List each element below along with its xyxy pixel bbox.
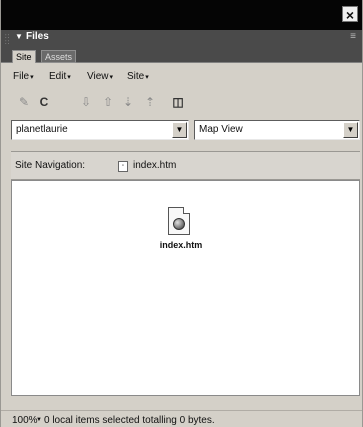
html-file-icon[interactable]	[168, 207, 190, 235]
site-navigation-bar: Site Navigation: ▫ index.htm	[11, 151, 360, 180]
close-icon[interactable]: ×	[342, 6, 358, 23]
files-panel-window: × :::: ▼ Files ≡ Site Assets File▾ Edit▾…	[0, 0, 363, 427]
check-in-icon[interactable]: ⇡	[141, 93, 159, 111]
chevron-down-icon: ▾	[30, 74, 34, 81]
map-file-label[interactable]: index.htm	[151, 240, 211, 250]
tab-assets[interactable]: Assets	[41, 50, 77, 63]
files-toolbar: ✎ C ⇩ ⇧ ⇣ ⇡ ◫	[1, 90, 362, 114]
view-select-value: Map View	[199, 124, 243, 135]
site-navigation-label: Site Navigation:	[15, 160, 86, 171]
globe-icon	[173, 218, 185, 230]
site-navigation-file[interactable]: index.htm	[133, 160, 176, 171]
status-message: 0 local items selected totalling 0 bytes…	[44, 415, 215, 426]
menu-view[interactable]: View▾	[87, 71, 113, 82]
site-view-selectors: planetlaurie ▼ Map View ▼	[1, 120, 362, 142]
menu-bar: File▾ Edit▾ View▾ Site▾	[1, 66, 362, 88]
chevron-down-icon: ▾	[145, 74, 149, 81]
site-select-value: planetlaurie	[16, 124, 68, 135]
menu-file[interactable]: File▾	[13, 71, 34, 82]
panel-header[interactable]: :::: ▼ Files ≡	[1, 30, 362, 46]
window-titlebar[interactable]: ×	[1, 0, 362, 30]
chevron-down-icon[interactable]: ▼	[343, 122, 358, 138]
get-file-icon[interactable]: ⇩	[77, 93, 95, 111]
view-select[interactable]: Map View ▼	[194, 120, 360, 140]
status-bar: 100% ▼ 0 local items selected totalling …	[1, 410, 362, 427]
panel-options-icon[interactable]: ≡	[350, 31, 356, 42]
menu-site[interactable]: Site▾	[127, 71, 149, 82]
document-icon: ▫	[118, 161, 128, 172]
tab-site[interactable]: Site	[12, 50, 36, 63]
panel-title: Files	[26, 31, 49, 42]
refresh-icon[interactable]: C	[35, 93, 53, 111]
panel-tabs: Site Assets	[1, 45, 362, 63]
site-select[interactable]: planetlaurie ▼	[11, 120, 189, 140]
chevron-down-icon: ▾	[67, 74, 71, 81]
connect-icon[interactable]: ✎	[15, 93, 33, 111]
chevron-down-icon[interactable]: ▼	[36, 417, 42, 423]
zoom-level[interactable]: 100%	[12, 415, 38, 426]
chevron-down-icon[interactable]: ▼	[172, 122, 187, 138]
check-out-icon[interactable]: ⇣	[119, 93, 137, 111]
expand-collapse-icon[interactable]: ◫	[169, 93, 187, 111]
collapse-arrow-icon[interactable]: ▼	[15, 32, 23, 41]
menu-edit[interactable]: Edit▾	[49, 71, 71, 82]
put-file-icon[interactable]: ⇧	[99, 93, 117, 111]
chevron-down-icon: ▾	[109, 74, 114, 81]
